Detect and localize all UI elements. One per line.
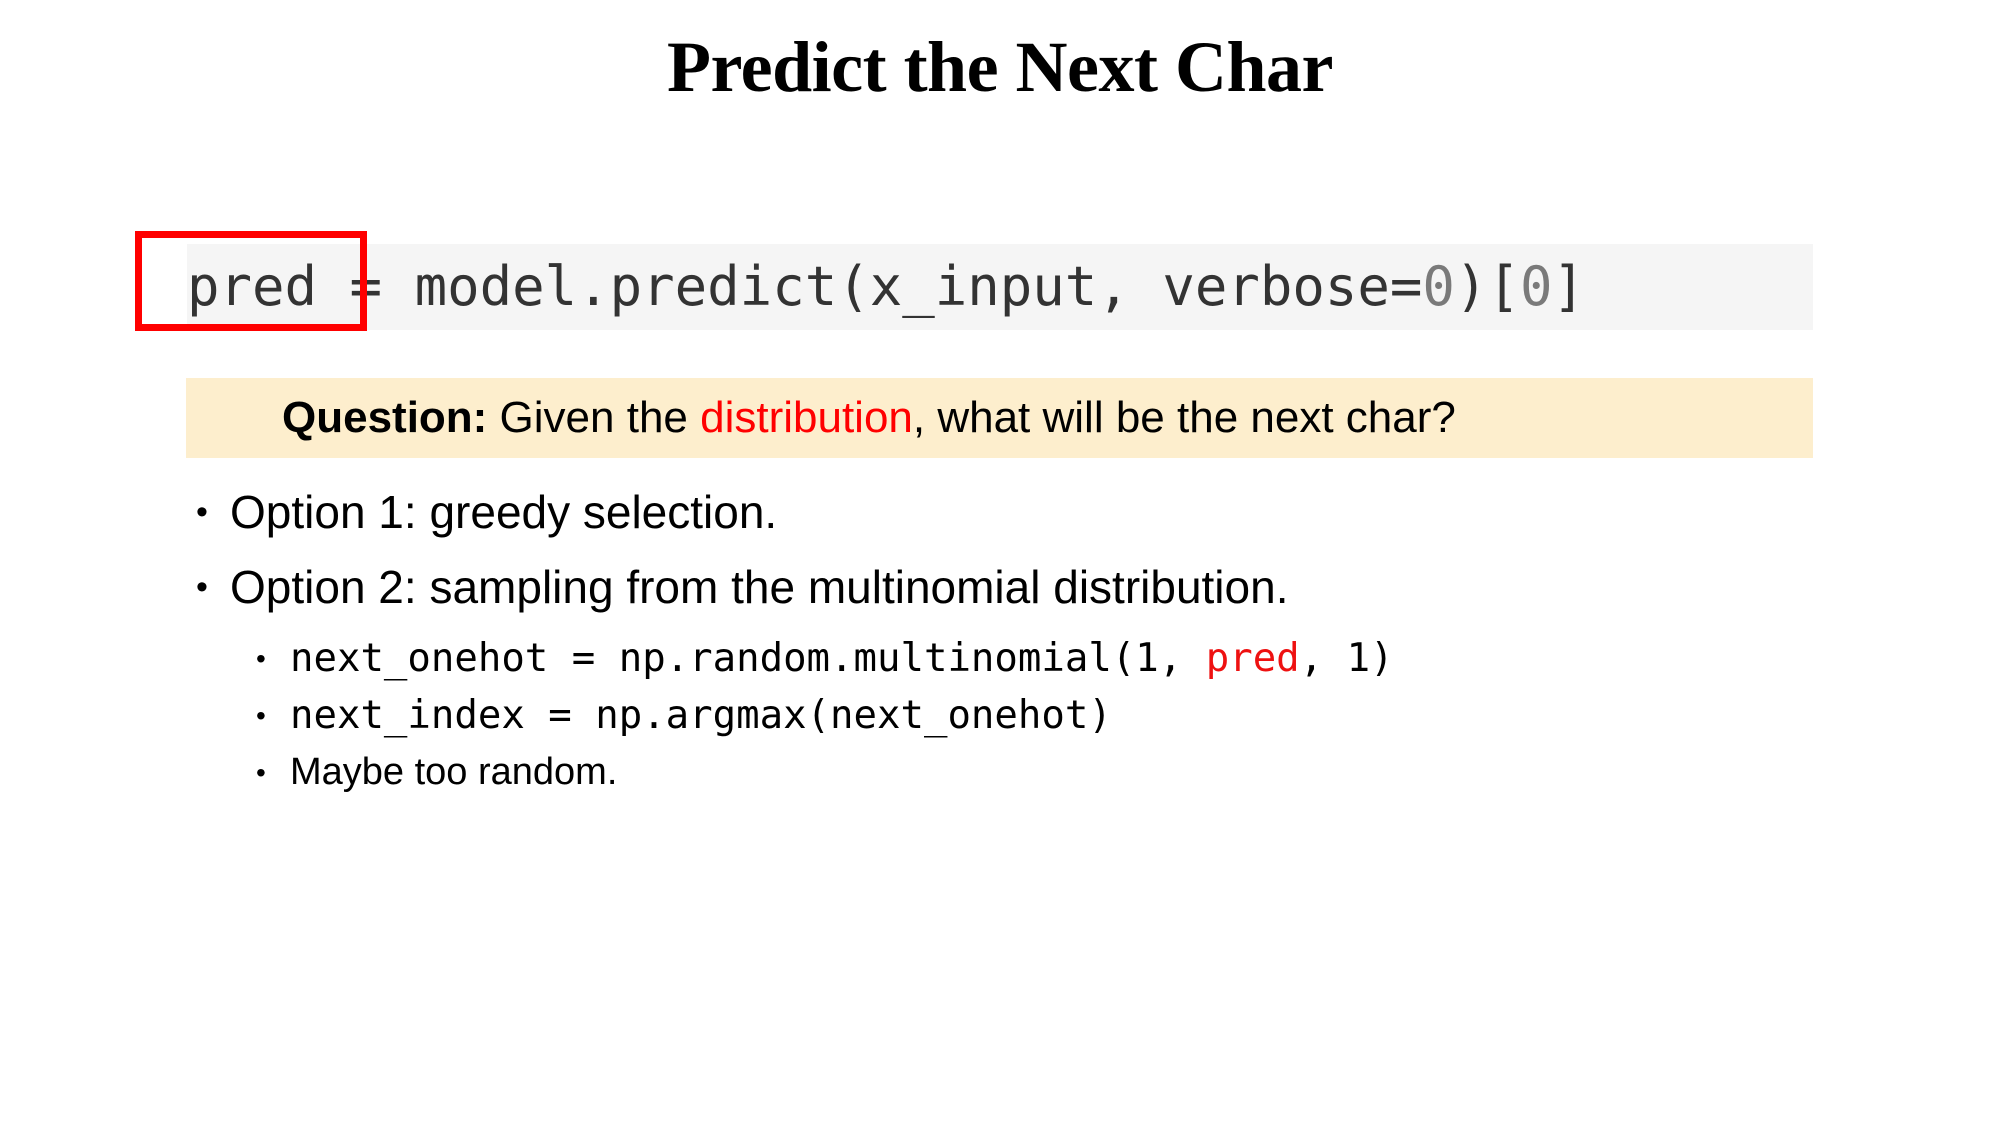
list-item: • Option 1: greedy selection. <box>196 480 1896 545</box>
code-token-number-index: 0 <box>1519 255 1553 318</box>
sub-list-item: • next_index = np.argmax(next_onehot) <box>256 688 1896 744</box>
sub-list-item: • next_onehot = np.random.multinomial(1,… <box>256 631 1896 687</box>
bullet-dot-icon: • <box>196 568 208 607</box>
sub-list-item-label: Maybe too random. <box>290 750 618 793</box>
sub-list-item-code: next_onehot = np.random.multinomial(1, p… <box>290 631 1394 686</box>
bullet-dot-icon: • <box>256 756 266 788</box>
code-fragment: next_onehot = np.random.multinomial(1, <box>290 635 1206 681</box>
question-label: Question: <box>282 392 488 442</box>
question-text-after: , what will be the next char? <box>912 392 1456 442</box>
question-highlight-distribution: distribution <box>700 392 913 442</box>
code-token-number-verbose: 0 <box>1422 255 1455 318</box>
code-fragment: , 1) <box>1299 635 1394 681</box>
code-block: pred = model.predict(x_input, verbose=0)… <box>187 244 1813 330</box>
question-text: Question: Given the distribution, what w… <box>282 392 1456 442</box>
question-text-before: Given the <box>487 392 701 442</box>
slide-canvas: { "slide": { "title": "Predict the Next … <box>0 0 2000 1125</box>
code-token-close-bracket: ] <box>1552 255 1585 318</box>
question-banner: Question: Given the distribution, what w… <box>186 378 1813 458</box>
pred-highlight-box <box>135 231 367 331</box>
list-item-label: Option 2: sampling from the multinomial … <box>230 561 1289 614</box>
code-line: pred = model.predict(x_input, verbose=0)… <box>187 244 1585 330</box>
code-fragment-pred: pred <box>1205 635 1300 681</box>
bullet-dot-icon: • <box>256 642 266 674</box>
page-title: Predict the Next Char <box>667 27 1333 107</box>
list-item-label: Option 1: greedy selection. <box>230 486 778 538</box>
sub-bullet-list: • next_onehot = np.random.multinomial(1,… <box>196 631 1896 801</box>
bullet-dot-icon: • <box>196 493 208 531</box>
code-token-assign: = model.predict(x_input, verbose= <box>317 255 1423 318</box>
sub-list-item-code: next_index = np.argmax(next_onehot) <box>290 692 1112 738</box>
list-item: • Option 2: sampling from the multinomia… <box>196 555 1896 620</box>
bullet-dot-icon: • <box>256 699 266 731</box>
sub-list-item: • Maybe too random. <box>256 745 1896 801</box>
bullet-list: • Option 1: greedy selection. • Option 2… <box>196 480 1896 802</box>
code-token-close-paren: )[ <box>1454 255 1520 318</box>
